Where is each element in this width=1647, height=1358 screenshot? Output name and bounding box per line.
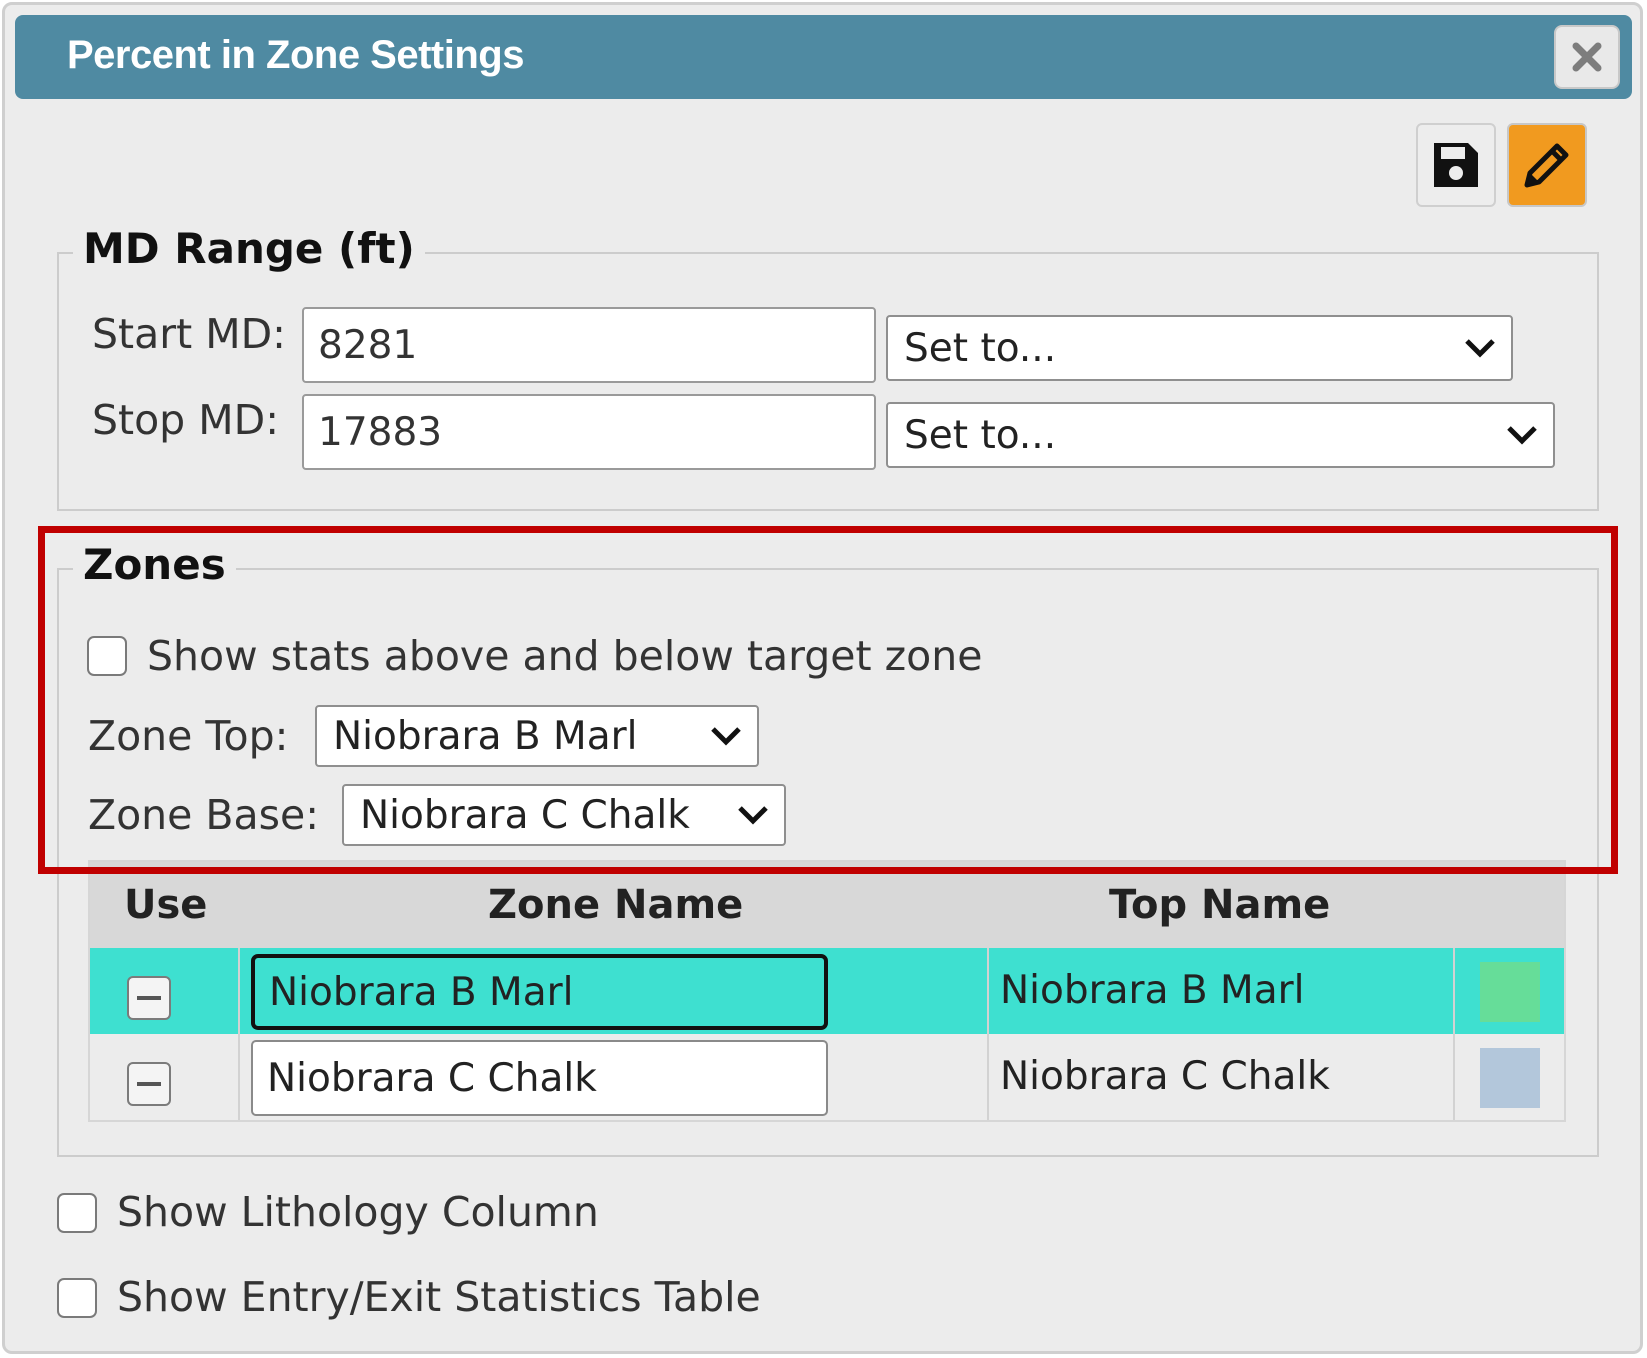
zone-base-label: Zone Base: xyxy=(88,791,320,839)
edit-button[interactable] xyxy=(1507,123,1587,207)
zone-top-select[interactable]: Niobrara B Marl xyxy=(315,705,759,767)
dialog-titlebar[interactable]: Percent in Zone Settings xyxy=(15,15,1632,99)
start-md-set-to-select[interactable]: Set to... xyxy=(886,315,1513,381)
zone-base-value: Niobrara C Chalk xyxy=(360,792,690,838)
show-lithology-label: Show Lithology Column xyxy=(117,1188,599,1236)
show-lithology-checkbox[interactable] xyxy=(57,1193,97,1233)
chevron-down-icon xyxy=(1507,426,1537,445)
table-row[interactable]: Niobrara B Marl Niobrara B Marl xyxy=(90,948,1564,1034)
pencil-icon xyxy=(1524,143,1569,188)
zone-color-swatch[interactable] xyxy=(1480,962,1540,1022)
zone-name-column-header: Zone Name xyxy=(488,882,744,928)
chevron-down-icon xyxy=(1465,339,1495,358)
md-range-legend: MD Range (ft) xyxy=(73,224,425,273)
start-md-input[interactable]: 8281 xyxy=(302,307,876,383)
show-stats-label: Show stats above and below target zone xyxy=(147,632,983,680)
use-toggle-minus[interactable] xyxy=(127,1062,171,1106)
dialog-title: Percent in Zone Settings xyxy=(67,33,524,77)
floppy-disk-icon xyxy=(1434,143,1478,187)
use-toggle-minus[interactable] xyxy=(127,976,171,1020)
use-column-header: Use xyxy=(124,882,208,928)
zone-top-value: Niobrara B Marl xyxy=(333,713,638,759)
chevron-down-icon xyxy=(738,806,768,825)
stop-md-set-to-select[interactable]: Set to... xyxy=(886,402,1555,468)
column-divider xyxy=(987,948,989,1120)
stop-md-label: Stop MD: xyxy=(92,396,280,444)
zone-name-input[interactable]: Niobrara B Marl xyxy=(251,954,828,1030)
top-name-column-header: Top Name xyxy=(1109,882,1331,928)
top-name-cell: Niobrara B Marl xyxy=(1000,968,1305,1013)
column-divider xyxy=(1453,948,1455,1120)
zone-top-label: Zone Top: xyxy=(88,712,289,760)
chevron-down-icon xyxy=(711,727,741,746)
start-md-label: Start MD: xyxy=(92,310,286,358)
save-button[interactable] xyxy=(1416,123,1496,207)
close-button[interactable] xyxy=(1554,25,1620,89)
table-row[interactable]: Niobrara C Chalk Niobrara C Chalk xyxy=(90,1034,1564,1120)
close-icon xyxy=(1572,42,1602,72)
stop-md-set-to-value: Set to... xyxy=(904,412,1057,458)
zone-name-input[interactable]: Niobrara C Chalk xyxy=(251,1040,828,1116)
zone-color-swatch[interactable] xyxy=(1480,1048,1540,1108)
zones-table: Use Zone Name Top Name Niobrara B Marl N… xyxy=(88,860,1566,1122)
stop-md-input[interactable]: 17883 xyxy=(302,394,876,470)
show-entry-exit-label: Show Entry/Exit Statistics Table xyxy=(117,1273,761,1321)
show-entry-exit-checkbox[interactable] xyxy=(57,1278,97,1318)
zone-base-select[interactable]: Niobrara C Chalk xyxy=(342,784,786,846)
top-name-cell: Niobrara C Chalk xyxy=(1000,1054,1330,1099)
show-stats-checkbox[interactable] xyxy=(87,636,127,676)
start-md-set-to-value: Set to... xyxy=(904,325,1057,371)
zones-table-header: Use Zone Name Top Name xyxy=(90,862,1564,948)
column-divider xyxy=(238,948,240,1120)
zones-legend: Zones xyxy=(73,540,236,589)
percent-in-zone-settings-dialog: Percent in Zone Settings MD Range (ft) S… xyxy=(2,2,1643,1354)
